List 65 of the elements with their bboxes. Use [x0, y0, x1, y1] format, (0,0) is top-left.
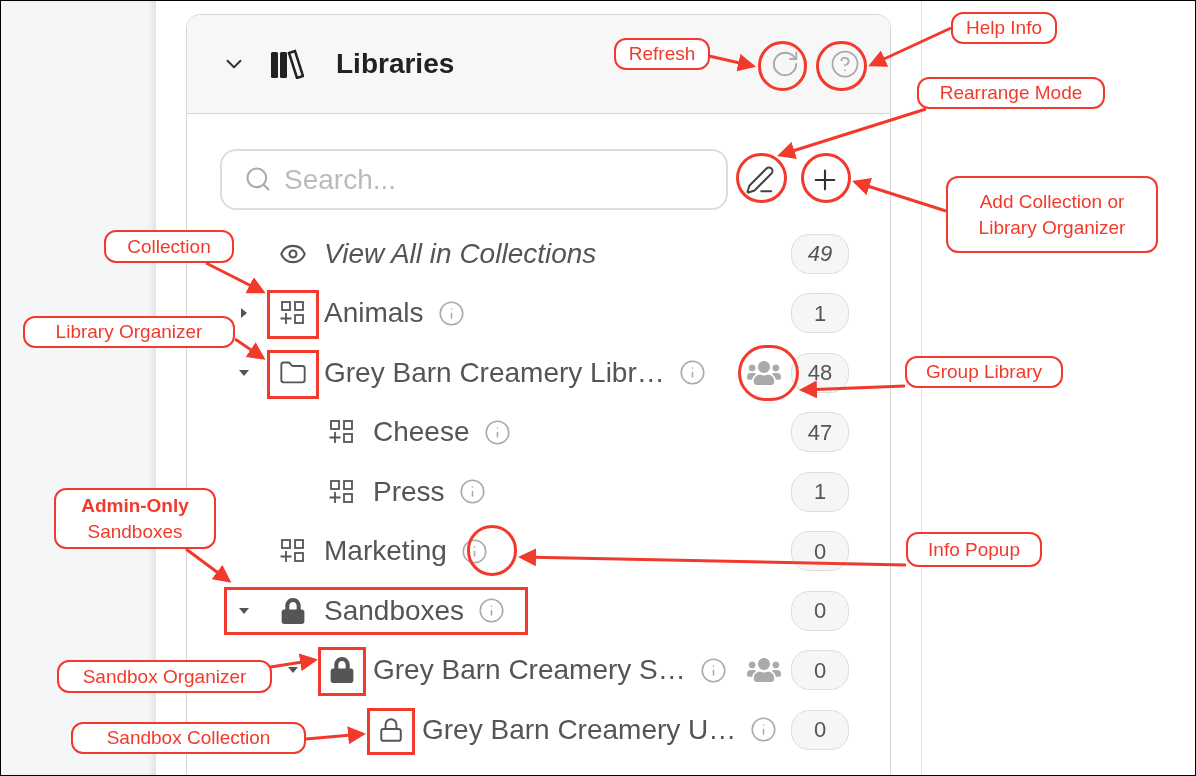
info-icon[interactable]	[750, 716, 778, 744]
callout-arrow	[708, 53, 756, 72]
count-badge: 47	[791, 412, 849, 453]
search-field[interactable]: Search...	[220, 149, 728, 210]
highlight-ring	[816, 41, 867, 91]
highlight-frame	[318, 647, 366, 696]
callout-label: Help Info	[951, 12, 1057, 44]
callout-label: Library Organizer	[23, 316, 235, 348]
callout-arrow	[185, 547, 232, 583]
count-badge: 0	[791, 531, 849, 572]
row-label[interactable]: Cheese	[373, 411, 470, 454]
books-icon	[270, 49, 304, 79]
panel-title: Libraries	[336, 47, 455, 81]
count-badge: 0	[791, 709, 849, 750]
count-badge: 1	[791, 471, 849, 512]
highlight-frame	[267, 290, 319, 339]
row-label[interactable]: Marketing	[324, 530, 447, 573]
collection-icon	[329, 419, 355, 446]
callout-label: Admin-Only Sandboxes	[54, 488, 216, 549]
highlight-ring	[467, 525, 517, 576]
refresh-icon	[770, 49, 800, 79]
help-icon	[830, 49, 860, 79]
row-label[interactable]: Animals	[324, 292, 424, 335]
highlight-ring	[736, 153, 787, 203]
highlight-ring	[758, 41, 807, 91]
count-badge: 0	[791, 590, 849, 631]
info-icon[interactable]	[478, 597, 506, 625]
callout-label: Sandbox Organizer	[57, 660, 272, 693]
collection-icon	[280, 538, 306, 565]
row-label[interactable]: Sandboxes	[324, 589, 465, 632]
row-label[interactable]: Grey Barn Creamery S…	[373, 649, 686, 692]
highlight-frame	[367, 708, 415, 755]
callout-label: Rearrange Mode	[917, 77, 1105, 109]
callout-label: Add Collection or Library Organizer	[946, 176, 1158, 253]
info-icon[interactable]	[437, 299, 465, 327]
callout-label: Sandbox Collection	[71, 722, 306, 754]
search-icon	[244, 165, 272, 193]
highlight-ring	[738, 345, 799, 401]
lock-icon	[378, 716, 404, 743]
callout-arrow	[305, 726, 366, 745]
count-badge: 0	[791, 650, 849, 691]
count-badge: 1	[791, 293, 849, 334]
info-icon[interactable]	[458, 478, 486, 506]
highlight-frame	[267, 350, 319, 399]
count-badge: 49	[791, 233, 849, 274]
row-label[interactable]: View All in Collections	[324, 232, 597, 275]
callout-arrow	[234, 337, 266, 360]
info-icon[interactable]	[699, 656, 727, 684]
highlight-ring	[801, 153, 851, 203]
lock-icon	[329, 657, 355, 684]
row-label[interactable]: Grey Barn Creamery Libr…	[324, 351, 665, 394]
callout-label: Info Popup	[906, 532, 1042, 567]
pencil-icon	[745, 164, 775, 195]
callout-label: Group Library	[905, 356, 1063, 388]
info-icon[interactable]	[483, 418, 511, 446]
callout-label: Refresh	[614, 38, 710, 70]
info-icon[interactable]	[460, 537, 488, 565]
collection-icon	[329, 478, 355, 505]
row-label[interactable]: Grey Barn Creamery U…	[422, 708, 737, 751]
row-label[interactable]: Press	[373, 470, 445, 513]
callout-label: Collection	[104, 230, 234, 263]
callout-arrow	[205, 261, 266, 294]
collection-icon	[280, 300, 306, 327]
info-icon[interactable]	[678, 359, 706, 387]
lock-icon	[280, 597, 306, 624]
